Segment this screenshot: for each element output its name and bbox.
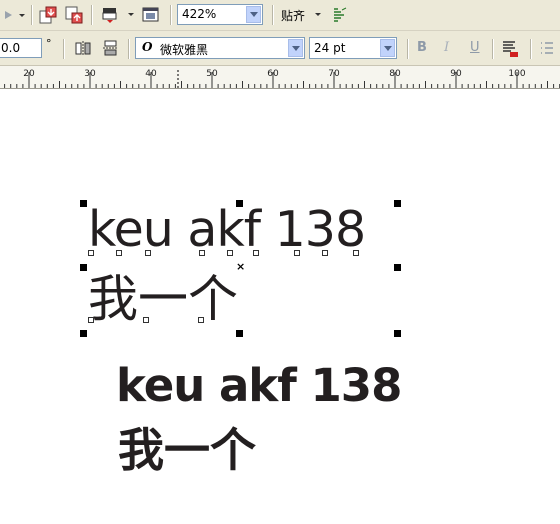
toolbar-separator [31,5,33,25]
bold-text-line-2[interactable]: 我一个 [118,424,256,476]
snap-dropdown-icon[interactable] [315,13,321,16]
ruler-label: 90 [450,69,462,79]
ruler-label: 20 [23,69,35,79]
ruler-label: 70 [328,69,340,79]
selection-handle-bottom-right[interactable] [394,330,401,337]
horizontal-alignment-icon[interactable] [500,38,520,58]
selection-handle-bottom-center[interactable] [236,330,243,337]
selection-handle-bottom-left[interactable] [80,330,87,337]
selection-handle-middle-left[interactable] [80,264,87,271]
rotation-angle-value: 0.0 [1,41,21,55]
toolbar-separator [170,5,172,25]
font-size-dropdown-button[interactable] [380,39,395,57]
mirror-horizontal-icon[interactable] [73,38,93,58]
toolbar-separator [91,5,93,25]
welcome-screen-icon[interactable] [141,5,161,25]
toolbar-separator [128,39,130,59]
opentype-font-icon: O [142,40,153,54]
toolbar-separator [530,39,532,59]
ruler-label: 60 [267,69,279,79]
toolbar-separator [407,39,409,59]
mirror-vertical-icon[interactable] [100,38,120,58]
selection-handle-top-left[interactable] [80,200,87,207]
import-icon[interactable] [38,5,58,25]
redo-dropdown-icon[interactable] [19,14,25,17]
bullets-icon[interactable] [537,38,557,58]
rotation-angle-input[interactable]: 0.0 [0,38,42,58]
snap-to-button[interactable]: 贴齐 [281,7,305,24]
redo-icon[interactable] [0,5,20,25]
selection-handle-middle-right[interactable] [394,264,401,271]
bold-button[interactable]: B [417,40,427,55]
zoom-dropdown-button[interactable] [246,6,261,23]
selected-text-line-2[interactable]: 我一个 [88,272,238,326]
font-size-value: 24 pt [314,41,346,55]
ruler-label: 50 [206,69,218,79]
toolbar-separator [272,5,274,25]
launcher-dropdown-icon[interactable] [128,13,134,16]
ruler-label: 100 [508,69,526,79]
horizontal-ruler[interactable]: 20 30 40 50 60 70 80 90 100 [0,66,560,89]
ruler-label: 40 [145,69,157,79]
font-list-combo[interactable]: O 微软雅黑 [135,37,305,59]
toolbar-separator [492,39,494,59]
ruler-label: 80 [389,69,401,79]
standard-toolbar: 422% 贴齐 [0,0,560,31]
property-bar: 0.0 ° O 微软雅黑 24 pt B I U [0,31,560,66]
drawing-canvas[interactable]: × keu akf 138 我一个 keu akf 138 我一个 [0,89,560,524]
zoom-level-combo[interactable]: 422% [177,4,263,25]
ruler-label: 30 [84,69,96,79]
options-icon[interactable] [330,5,350,25]
italic-button[interactable]: I [444,40,449,55]
font-size-combo[interactable]: 24 pt [309,37,397,59]
selection-handle-top-right[interactable] [394,200,401,207]
font-list-dropdown-button[interactable] [288,39,303,57]
toolbar-separator [63,39,65,59]
underline-button[interactable]: U [470,40,480,55]
export-icon[interactable] [64,5,84,25]
font-name-value: 微软雅黑 [160,43,209,57]
selected-text-line-1[interactable]: keu akf 138 [88,204,366,256]
application-launcher-icon[interactable] [100,5,120,25]
zoom-level-value: 422% [182,7,217,21]
degree-symbol: ° [46,37,52,50]
bold-text-line-1[interactable]: keu akf 138 [116,361,402,411]
